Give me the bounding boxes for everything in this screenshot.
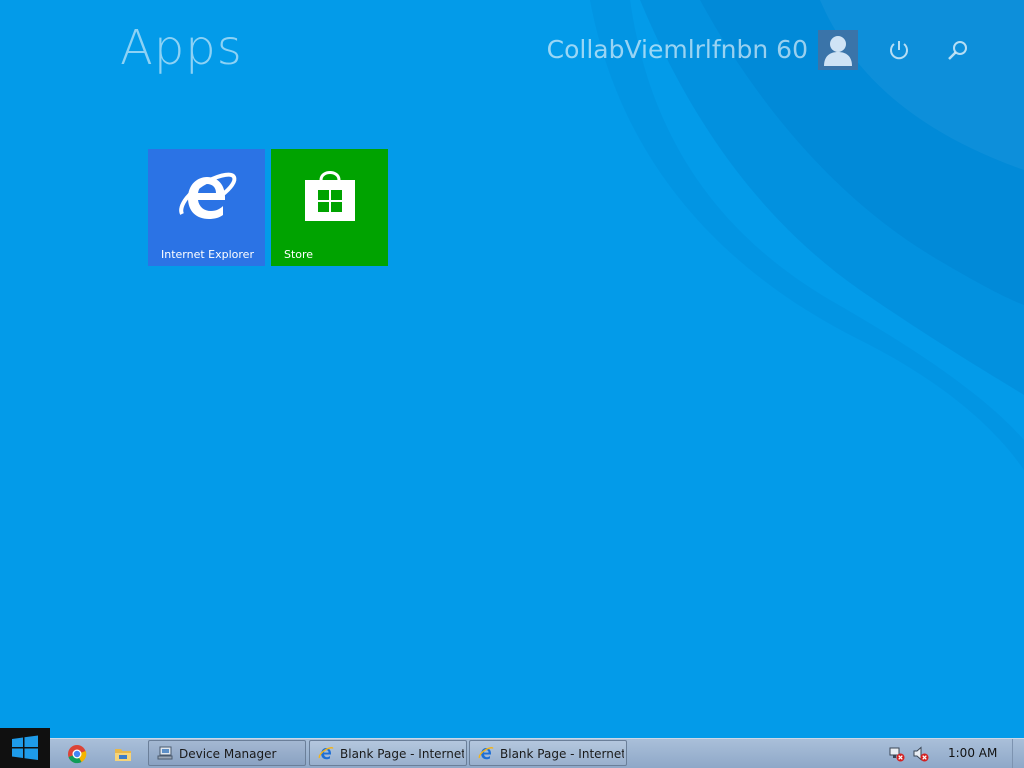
network-error-icon[interactable] — [889, 746, 905, 762]
search-icon[interactable] — [946, 38, 970, 62]
taskbar-item-label: Device Manager — [179, 747, 277, 761]
tile-store[interactable]: Store — [271, 149, 388, 266]
internet-explorer-icon — [318, 747, 334, 760]
background-swirl — [590, 0, 1024, 470]
tile-label: Store — [284, 248, 314, 261]
tile-internet-explorer[interactable]: Internet Explorer — [148, 149, 265, 266]
internet-explorer-icon — [179, 172, 237, 219]
start-button[interactable] — [0, 728, 50, 768]
chrome-icon[interactable] — [67, 744, 87, 764]
user-avatar-icon[interactable] — [818, 30, 858, 70]
tile-label: Internet Explorer — [161, 248, 254, 261]
windows-logo-icon — [12, 735, 38, 760]
taskbar: Device Manager Blank Page - Internet... … — [0, 738, 1024, 768]
device-manager-icon — [157, 746, 173, 760]
file-explorer-icon[interactable] — [113, 744, 133, 764]
start-screen: Apps CollabViemlrlfnbn 60 Internet Explo… — [0, 0, 1024, 768]
page-title: Apps — [120, 20, 243, 76]
taskbar-item-label: Blank Page - Internet... — [500, 747, 624, 761]
taskbar-item-device-manager[interactable]: Device Manager — [148, 740, 306, 766]
taskbar-item-label: Blank Page - Internet... — [340, 747, 464, 761]
store-icon — [305, 171, 355, 221]
user-name[interactable]: CollabViemlrlfnbn 60 — [547, 35, 808, 64]
taskbar-item-blank-page-2[interactable]: Blank Page - Internet... — [469, 740, 627, 766]
internet-explorer-icon — [478, 747, 494, 760]
taskbar-item-blank-page-1[interactable]: Blank Page - Internet... — [309, 740, 467, 766]
taskbar-clock[interactable]: 1:00 AM — [948, 746, 997, 760]
show-desktop-button[interactable] — [1012, 739, 1024, 768]
power-icon[interactable] — [887, 38, 911, 62]
volume-muted-icon[interactable] — [913, 746, 929, 762]
